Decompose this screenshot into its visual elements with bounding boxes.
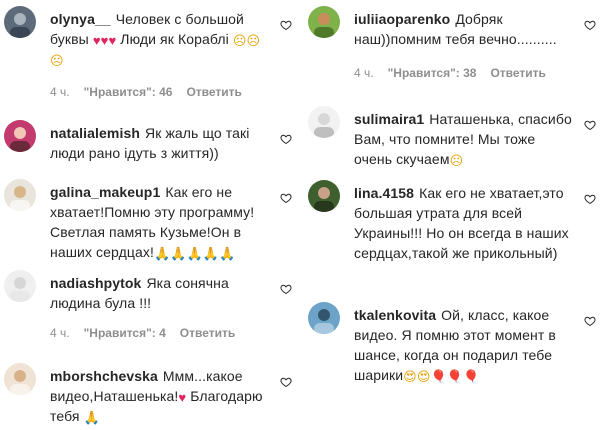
comment-time[interactable]: 4 ч.: [50, 85, 70, 99]
like-heart-icon[interactable]: [584, 19, 596, 31]
comment-username[interactable]: lina.4158: [354, 185, 414, 201]
comment-meta: 4 ч. "Нравится": 4 Ответить: [50, 326, 249, 340]
like-heart-icon[interactable]: [584, 315, 596, 327]
reply-button[interactable]: Ответить: [180, 326, 235, 340]
avatar[interactable]: [4, 6, 36, 38]
comment-meta: 4 ч. "Нравится": 38 Ответить: [354, 66, 560, 80]
comment: sulimaira1 Наташенька, спасибо Вам, что п…: [304, 100, 604, 170]
emoji-icon: 🙏: [170, 246, 187, 261]
comment-username[interactable]: iuliiaoparenko: [354, 11, 450, 27]
comments-column-left: olynya__ Человек с большой буквы ♥♥♥ Люди…: [0, 0, 300, 430]
like-heart-icon[interactable]: [280, 133, 292, 145]
comment-body: galina_makeup1 Как его не хватает!Помню э…: [50, 182, 268, 262]
comment: natalialemish Як жаль що такі люди рано і…: [0, 114, 300, 170]
comment-likes[interactable]: "Нравится": 38: [388, 66, 477, 80]
comment-body: natalialemish Як жаль що такі люди рано і…: [50, 123, 268, 163]
like-heart-icon[interactable]: [280, 376, 292, 388]
avatar[interactable]: [4, 363, 36, 395]
comment: mborshchevska Ммм...какое видео,Наташеньк…: [0, 357, 300, 430]
emoji-icon: 😍: [416, 369, 431, 384]
emoji-icon: 🙏: [83, 410, 100, 425]
emoji-icon: ♥: [178, 390, 187, 405]
avatar[interactable]: [308, 6, 340, 38]
comment: nadiashpytok Яка сонячна людина була !!! …: [0, 264, 300, 344]
comment-body: iuliiaoparenko Добряк наш))помним тебя ве…: [354, 9, 572, 49]
emoji-icon: ☹: [50, 53, 64, 68]
emoji-icon: ☹: [246, 33, 261, 48]
like-heart-icon[interactable]: [584, 193, 596, 205]
comment-time[interactable]: 4 ч.: [50, 326, 70, 340]
comment-body: mborshchevska Ммм...какое видео,Наташеньк…: [50, 366, 268, 426]
avatar[interactable]: [4, 270, 36, 302]
like-heart-icon[interactable]: [280, 19, 292, 31]
emoji-icon: 🎈: [446, 369, 464, 384]
emoji-icon: 🙏: [202, 246, 220, 261]
comment-time[interactable]: 4 ч.: [354, 66, 374, 80]
avatar[interactable]: [308, 180, 340, 212]
comment-username[interactable]: sulimaira1: [354, 111, 424, 127]
avatar[interactable]: [308, 302, 340, 334]
like-heart-icon[interactable]: [280, 283, 292, 295]
emoji-icon: ♥: [92, 33, 101, 48]
comment-username[interactable]: olynya__: [50, 11, 111, 27]
comment-body: nadiashpytok Яка сонячна людина була !!!: [50, 273, 268, 313]
emoji-icon: ☹: [232, 33, 247, 48]
comment: iuliiaoparenko Добряк наш))помним тебя ве…: [304, 0, 604, 90]
avatar[interactable]: [4, 120, 36, 152]
comment-username[interactable]: galina_makeup1: [50, 184, 160, 200]
emoji-icon: ♥: [100, 33, 109, 48]
emoji-icon: 🙏: [186, 246, 203, 261]
comment-likes[interactable]: "Нравится": 46: [84, 85, 173, 99]
comment-body: lina.4158 Как его не хватает,это большая …: [354, 183, 572, 263]
emoji-icon: 🙏: [153, 246, 171, 261]
emoji-icon: ☹: [449, 153, 464, 168]
reply-button[interactable]: Ответить: [490, 66, 545, 80]
emoji-icon: 🎈: [463, 369, 480, 384]
comment: olynya__ Человек с большой буквы ♥♥♥ Люди…: [0, 0, 300, 110]
comment-username[interactable]: mborshchevska: [50, 368, 158, 384]
comment-username[interactable]: tkalenkovita: [354, 307, 436, 323]
comment: tkalenkovita Ой, класс, какое видео. Я по…: [304, 296, 604, 396]
avatar[interactable]: [308, 106, 340, 138]
comment-meta: 4 ч. "Нравится": 46 Ответить: [50, 85, 256, 99]
reply-button[interactable]: Ответить: [186, 85, 241, 99]
emoji-icon: 🎈: [430, 369, 447, 384]
comments-column-right: iuliiaoparenko Добряк наш))помним тебя ве…: [304, 0, 604, 430]
emoji-icon: 😍: [403, 369, 417, 384]
avatar[interactable]: [4, 179, 36, 211]
like-heart-icon[interactable]: [584, 119, 596, 131]
comment-body: olynya__ Человек с большой буквы ♥♥♥ Люди…: [50, 9, 268, 69]
comment-likes[interactable]: "Нравится": 4: [84, 326, 166, 340]
comment: galina_makeup1 Как его не хватает!Помню э…: [0, 173, 300, 263]
comment-body: sulimaira1 Наташенька, спасибо Вам, что п…: [354, 109, 572, 169]
emoji-icon: 🙏: [219, 246, 236, 261]
like-heart-icon[interactable]: [280, 192, 292, 204]
comment-username[interactable]: natalialemish: [50, 125, 140, 141]
emoji-icon: ♥: [108, 33, 117, 48]
comment-body: tkalenkovita Ой, класс, какое видео. Я по…: [354, 305, 572, 385]
comment: lina.4158 Как его не хватает,это большая …: [304, 174, 604, 284]
comment-username[interactable]: nadiashpytok: [50, 275, 141, 291]
